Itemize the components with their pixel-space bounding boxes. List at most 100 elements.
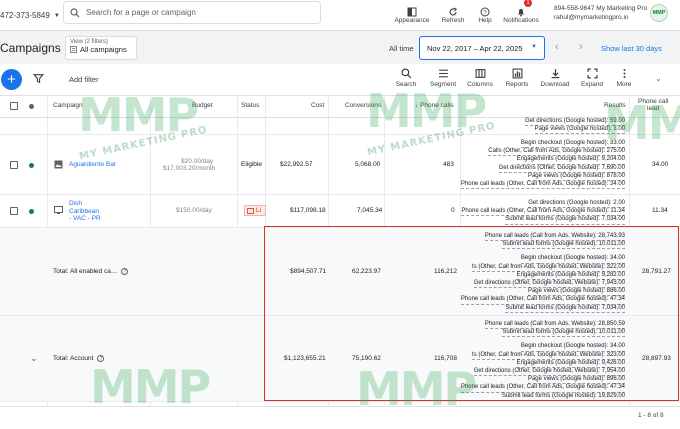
phone-calls-value: 483: [443, 161, 454, 168]
result-line: Begin checkout (Google hosted): 34.00: [520, 255, 625, 264]
result-line: Submit lead forms (Google hosted): 10,01…: [502, 329, 625, 338]
total-row-enabled: Total: All enabled ca…? $894,507.71 62,2…: [0, 228, 680, 316]
user-email: rahul@mymarketingpro.in: [554, 14, 629, 21]
conversions-total: 75,190.62: [352, 355, 381, 362]
result-line: Phone call leads (Other, Call from Ads, …: [460, 181, 625, 190]
column-header-budget[interactable]: Budget: [192, 102, 213, 109]
budget-daily[interactable]: $20.00/day: [181, 158, 213, 165]
result-line: Get directions (Other, Google hosted): 7…: [498, 165, 625, 173]
phone-call-lead-total: 28,897.93: [642, 355, 671, 362]
expand-tool-button[interactable]: Expand: [575, 68, 609, 88]
download-tool-button[interactable]: Download: [538, 68, 572, 88]
search-tool-label: Search: [395, 81, 417, 88]
campaign-name-line: Caribbean: [69, 207, 99, 215]
table-row[interactable]: Dish Caribbean - VAC - PR $150.00/day Li…: [0, 195, 680, 228]
phone-call-lead-value: 34.00: [652, 161, 669, 168]
results-cell: Phone call leads (Call from Ads, Website…: [460, 321, 625, 401]
search-box[interactable]: Search for a page or campaign: [63, 1, 321, 24]
results-cell: Get directions (Google hosted): 59.00 Pa…: [524, 118, 625, 135]
conversions-total: 62,223.97: [352, 268, 381, 275]
filter-view-name: All campaigns: [80, 45, 127, 54]
result-line: Page views (Google hosted): 886.00: [527, 288, 625, 297]
result-line: Phone call leads (Other, Call from Ads, …: [461, 208, 625, 217]
limited-status-badge[interactable]: Li: [244, 205, 266, 216]
segment-icon: [438, 69, 448, 78]
results-cell: Phone call leads (Call from Ads, Website…: [460, 233, 625, 313]
result-line: Submit lead forms (Google hosted): 10,01…: [502, 241, 625, 250]
table-row[interactable]: Aguardiente Bar $20.00/day $17,003.20/mo…: [0, 135, 680, 195]
total-label-text: Total: All enabled ca…: [53, 268, 118, 275]
search-placeholder: Search for a page or campaign: [86, 8, 196, 17]
result-line: Get directions (Google hosted): 59.00: [524, 118, 625, 127]
table-row-partial: Get directions (Google hosted): 59.00 Pa…: [0, 118, 680, 135]
phone-calls-total: 116,212: [434, 268, 458, 275]
more-tool-button[interactable]: More: [607, 68, 641, 88]
date-range-picker[interactable]: Nov 22, 2017 – Apr 22, 2025 ▼: [419, 36, 545, 60]
notifications-label: Notifications: [503, 17, 539, 24]
result-line: Phone call leads (Call from Ads, Website…: [484, 233, 625, 242]
cost-value: $117,098.18: [290, 207, 326, 214]
collapse-chevron-icon[interactable]: ⌄: [655, 74, 662, 83]
notification-badge: 1: [524, 0, 532, 7]
columns-tool-button[interactable]: Columns: [463, 68, 497, 88]
user-info[interactable]: 894-558-9647 My Marketing Pro rahul@myma…: [554, 4, 647, 22]
results-cell: Begin checkout (Google hosted): 33.00 Ca…: [460, 140, 625, 190]
phone-calls-value: 0: [451, 207, 455, 214]
result-line: Page views (Google hosted): 3.00: [534, 126, 625, 135]
filter-funnel-icon[interactable]: [33, 73, 44, 84]
user-phone-name: 894-558-9647 My Marketing Pro: [554, 5, 648, 12]
campaign-name-link[interactable]: Aguardiente Bar: [69, 161, 116, 168]
select-all-checkbox[interactable]: [10, 102, 18, 110]
campaign-type-icon: [54, 160, 63, 169]
next-period-icon[interactable]: ›: [579, 41, 583, 53]
column-header-status[interactable]: Status: [241, 102, 259, 109]
column-header-phone-calls[interactable]: ↓ Phone calls: [415, 102, 454, 109]
expand-chevron-icon[interactable]: ⌄: [30, 353, 38, 364]
account-selector[interactable]: 472-373-5849 ▼: [0, 11, 60, 20]
previous-period-icon[interactable]: ‹: [555, 41, 559, 53]
column-header-conversions[interactable]: Conversions: [345, 102, 381, 109]
column-header-campaign[interactable]: Campaign: [53, 102, 83, 109]
result-line: Submit lead forms (Google hosted): 7,034…: [505, 305, 625, 313]
result-line: Submit lead forms (Google hosted): 7,034…: [505, 216, 625, 225]
notifications-button[interactable]: 1 Notifications: [499, 0, 543, 24]
column-header-phone-call-lead[interactable]: Phone call lead: [638, 98, 668, 112]
columns-icon: [475, 69, 485, 78]
appearance-button[interactable]: Appearance: [390, 0, 434, 24]
download-icon: [551, 69, 559, 79]
view-filter-selector[interactable]: View (2 filters) All campaigns: [65, 36, 137, 60]
reports-tool-button[interactable]: Reports: [500, 68, 534, 88]
row-checkbox[interactable]: [10, 161, 18, 169]
campaign-name-link[interactable]: Dish Caribbean - VAC - PR: [69, 200, 101, 223]
add-campaign-button[interactable]: +: [1, 69, 22, 90]
column-header-cost[interactable]: Cost: [311, 102, 324, 109]
column-header-results[interactable]: Results: [604, 102, 626, 109]
add-filter-button[interactable]: Add filter: [69, 75, 99, 84]
result-line: Phone call leads (Call from Ads, Website…: [484, 321, 625, 330]
results-cell: Get directions (Google hosted): 2.00 Pho…: [461, 200, 625, 225]
info-icon[interactable]: ?: [97, 355, 105, 362]
budget-monthly: $17,003.20/month: [163, 165, 216, 172]
campaign-type-icon: [54, 206, 63, 214]
result-line: ts (Other, Call from Ads, Google hosted,…: [472, 352, 625, 360]
all-time-label: All time: [389, 44, 414, 53]
row-checkbox[interactable]: [10, 207, 18, 215]
show-last-30-days-link[interactable]: Show last 30 days: [601, 44, 662, 53]
phone-call-lead-value: 11.34: [652, 207, 668, 214]
budget-daily[interactable]: $150.00/day: [176, 207, 212, 214]
avatar[interactable]: MMP: [650, 4, 668, 22]
result-line: Phone call leads (Other, Call from Ads, …: [460, 384, 625, 393]
search-tool-button[interactable]: Search: [389, 68, 423, 88]
info-icon[interactable]: ?: [121, 268, 129, 275]
more-icon: [623, 68, 625, 79]
refresh-icon: [449, 7, 458, 16]
expand-icon: [586, 68, 598, 79]
bell-icon: [518, 9, 524, 17]
enabled-status-dot-icon: [29, 209, 34, 214]
cost-value: $22,992.57: [280, 161, 313, 168]
table-toolbar: + Add filter Search Segment Columns Repo…: [0, 64, 680, 96]
table-header: Campaign Budget Status Cost Conversions …: [0, 96, 680, 118]
status-text: Li: [256, 207, 262, 214]
segment-tool-button[interactable]: Segment: [426, 68, 460, 88]
reports-icon: [512, 68, 522, 79]
